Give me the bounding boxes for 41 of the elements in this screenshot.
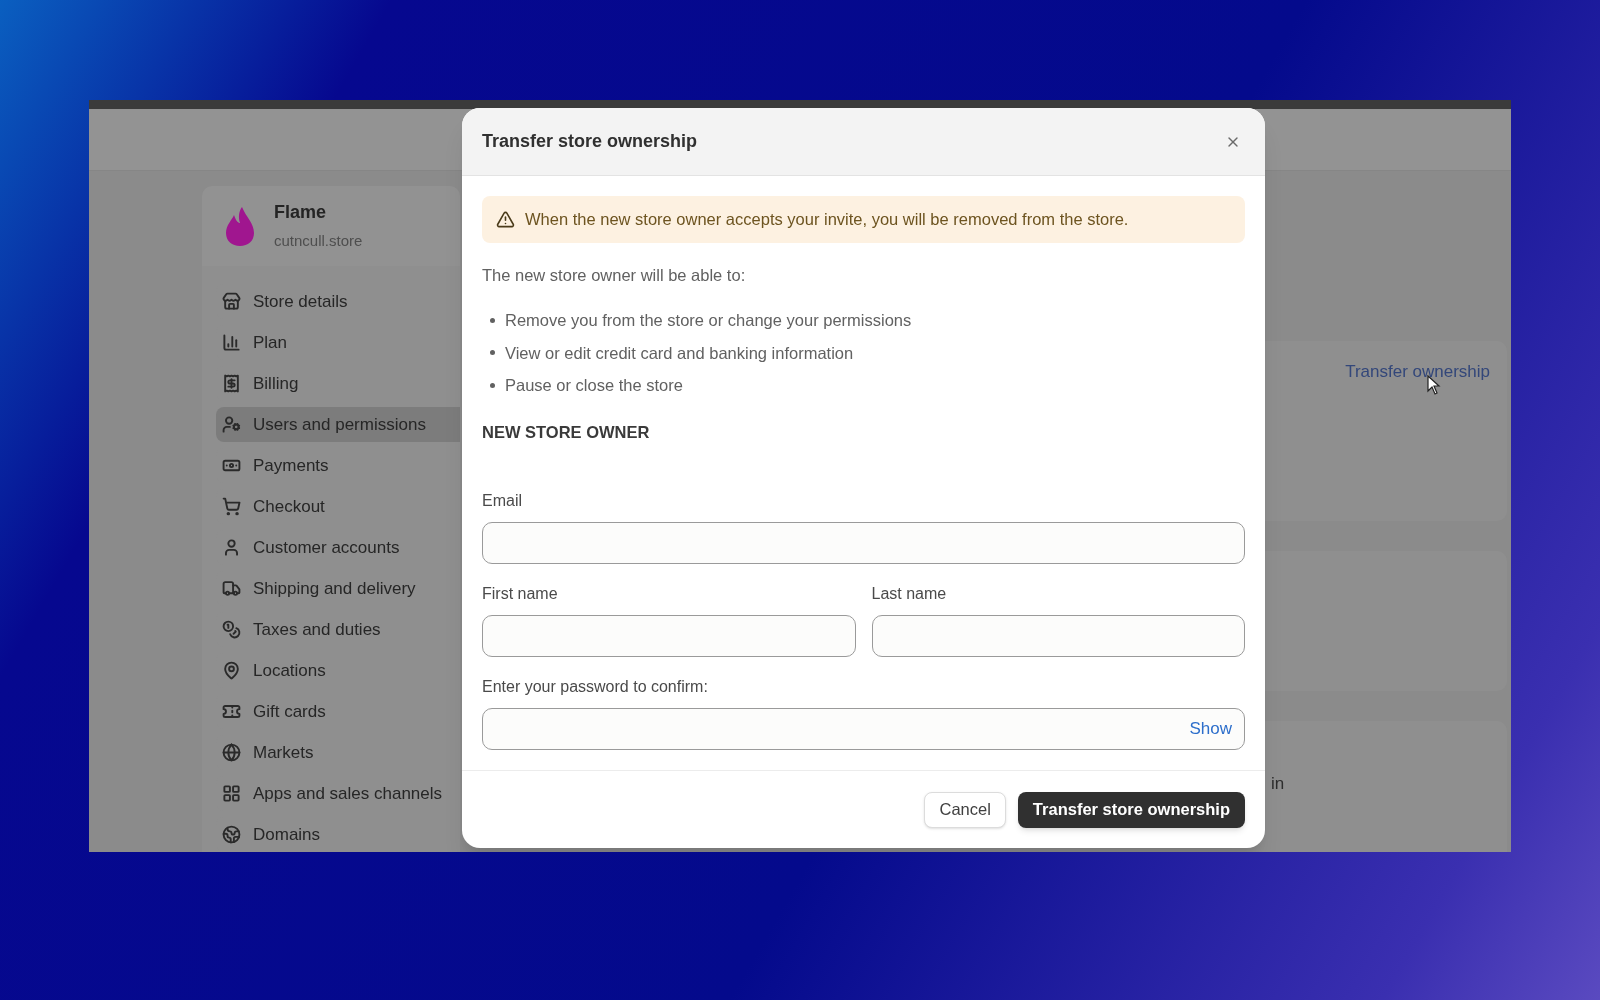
store-domain: cutncull.store [274, 231, 363, 252]
pin-icon [222, 661, 241, 680]
bar-chart-icon [222, 333, 241, 352]
intro-text: The new store owner will be able to: [482, 265, 747, 286]
field-label: First name [482, 583, 559, 604]
person-icon [222, 538, 241, 557]
bullet-icon [490, 350, 495, 356]
password-field[interactable]: Show [482, 707, 1245, 750]
cancel-button[interactable]: Cancel [924, 791, 1006, 828]
dialog-title: Transfer store ownership [482, 130, 698, 153]
sidebar-item[interactable]: Users and permissions [216, 407, 460, 442]
bullet-icon [490, 383, 495, 389]
truck-icon [222, 579, 241, 598]
warning-text: When the new store owner accepts your invite, you will be removed from the store. [525, 209, 1129, 231]
warning-icon [496, 210, 515, 229]
transfer-button[interactable]: Transfer store ownership [1017, 791, 1245, 828]
transfer-ownership-link[interactable]: Transfer ownership [1345, 359, 1490, 385]
ability-text: Remove you from the store or change your permissions [505, 309, 912, 331]
email-field[interactable] [482, 521, 1245, 564]
ticket-icon [222, 702, 241, 721]
grid-icon [222, 784, 241, 803]
ability-text: View or edit credit card and banking information [505, 342, 854, 364]
flame-logo [224, 205, 256, 247]
store-name: Flame [274, 201, 328, 225]
first-name-field[interactable] [482, 614, 856, 657]
show-password-button[interactable]: Show [1189, 716, 1232, 742]
globe-icon [222, 743, 241, 762]
card-text-fragment: in [1271, 773, 1285, 795]
field-label: Last name [871, 583, 948, 604]
cart-icon [222, 497, 241, 516]
ability-text: Pause or close the store [505, 375, 683, 397]
field-label: Enter your password to confirm: [482, 676, 709, 697]
section-heading: NEW STORE OWNER [482, 422, 651, 443]
user-gear-icon [222, 415, 241, 434]
store-icon [222, 292, 241, 311]
last-name-field[interactable] [871, 614, 1245, 657]
receipt-icon [222, 374, 241, 393]
coins-icon [222, 620, 241, 639]
bullet-icon [490, 317, 495, 323]
field-label: Email [482, 490, 523, 511]
globe-icon [222, 825, 241, 844]
